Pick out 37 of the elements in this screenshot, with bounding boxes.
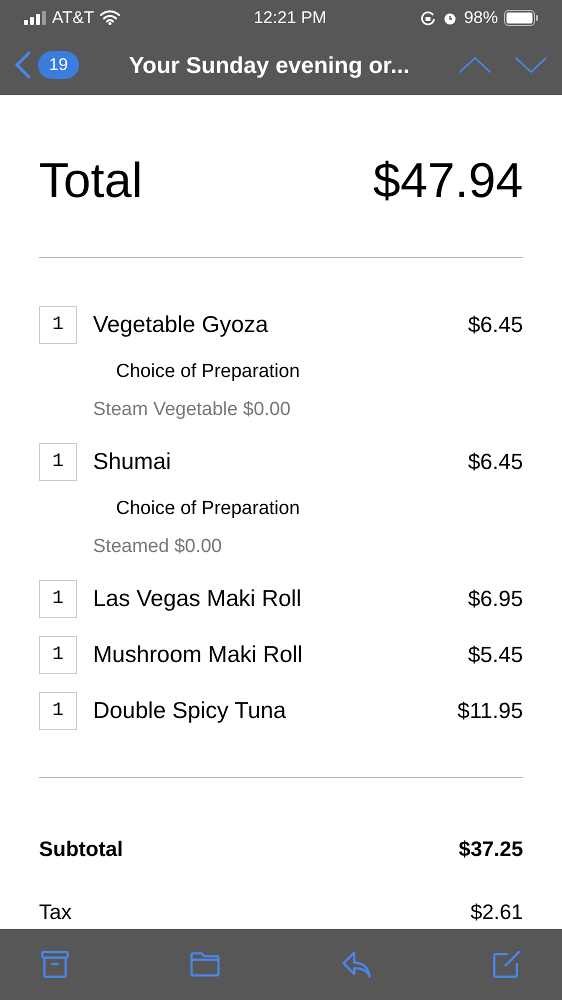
clock-time: 12:21 PM: [254, 6, 326, 29]
back-button[interactable]: 19: [12, 50, 79, 80]
summary-label: Subtotal: [39, 836, 123, 862]
rotation-lock-icon: [420, 10, 436, 26]
quantity-box: 1: [39, 692, 77, 730]
option-title: Choice of Preparation: [116, 496, 301, 520]
total-label: Total: [39, 153, 143, 210]
item-name: Shumai: [93, 447, 171, 476]
item-name: Mushroom Maki Roll: [93, 640, 303, 670]
wifi-icon: [100, 10, 120, 25]
quantity-box: 1: [39, 442, 77, 480]
quantity-box: 1: [39, 580, 77, 618]
carrier-name: AT&T: [52, 6, 94, 29]
item-name: Double Spicy Tuna: [93, 696, 286, 726]
option-value: Steamed $0.00: [93, 535, 223, 559]
option-title: Choice of Preparation: [116, 360, 301, 384]
battery-percent: 98%: [464, 6, 498, 29]
total-amount: $47.94: [373, 153, 523, 210]
option-value: Steam Vegetable $0.00: [93, 398, 292, 422]
item-name: Las Vegas Maki Roll: [93, 584, 302, 614]
previous-message-icon[interactable]: [458, 54, 492, 76]
unread-count: 19: [38, 51, 79, 79]
quantity-box: 1: [39, 636, 77, 674]
quantity-box: 1: [39, 306, 77, 344]
item-price: $6.45: [468, 311, 523, 339]
message-title: Your Sunday evening or...: [128, 50, 410, 80]
battery-icon: [504, 10, 538, 26]
next-message-icon[interactable]: [514, 54, 548, 76]
item-price: $5.45: [468, 641, 523, 669]
signal-icon: [24, 10, 46, 24]
item-price: $6.95: [468, 585, 523, 613]
item-price: $6.45: [468, 448, 523, 476]
summary-amount: $2.61: [470, 900, 523, 926]
summary-label: Tax: [39, 900, 72, 926]
item-price: $11.95: [457, 697, 523, 725]
summary-amount: $37.25: [458, 836, 523, 862]
item-name: Vegetable Gyoza: [93, 310, 268, 340]
